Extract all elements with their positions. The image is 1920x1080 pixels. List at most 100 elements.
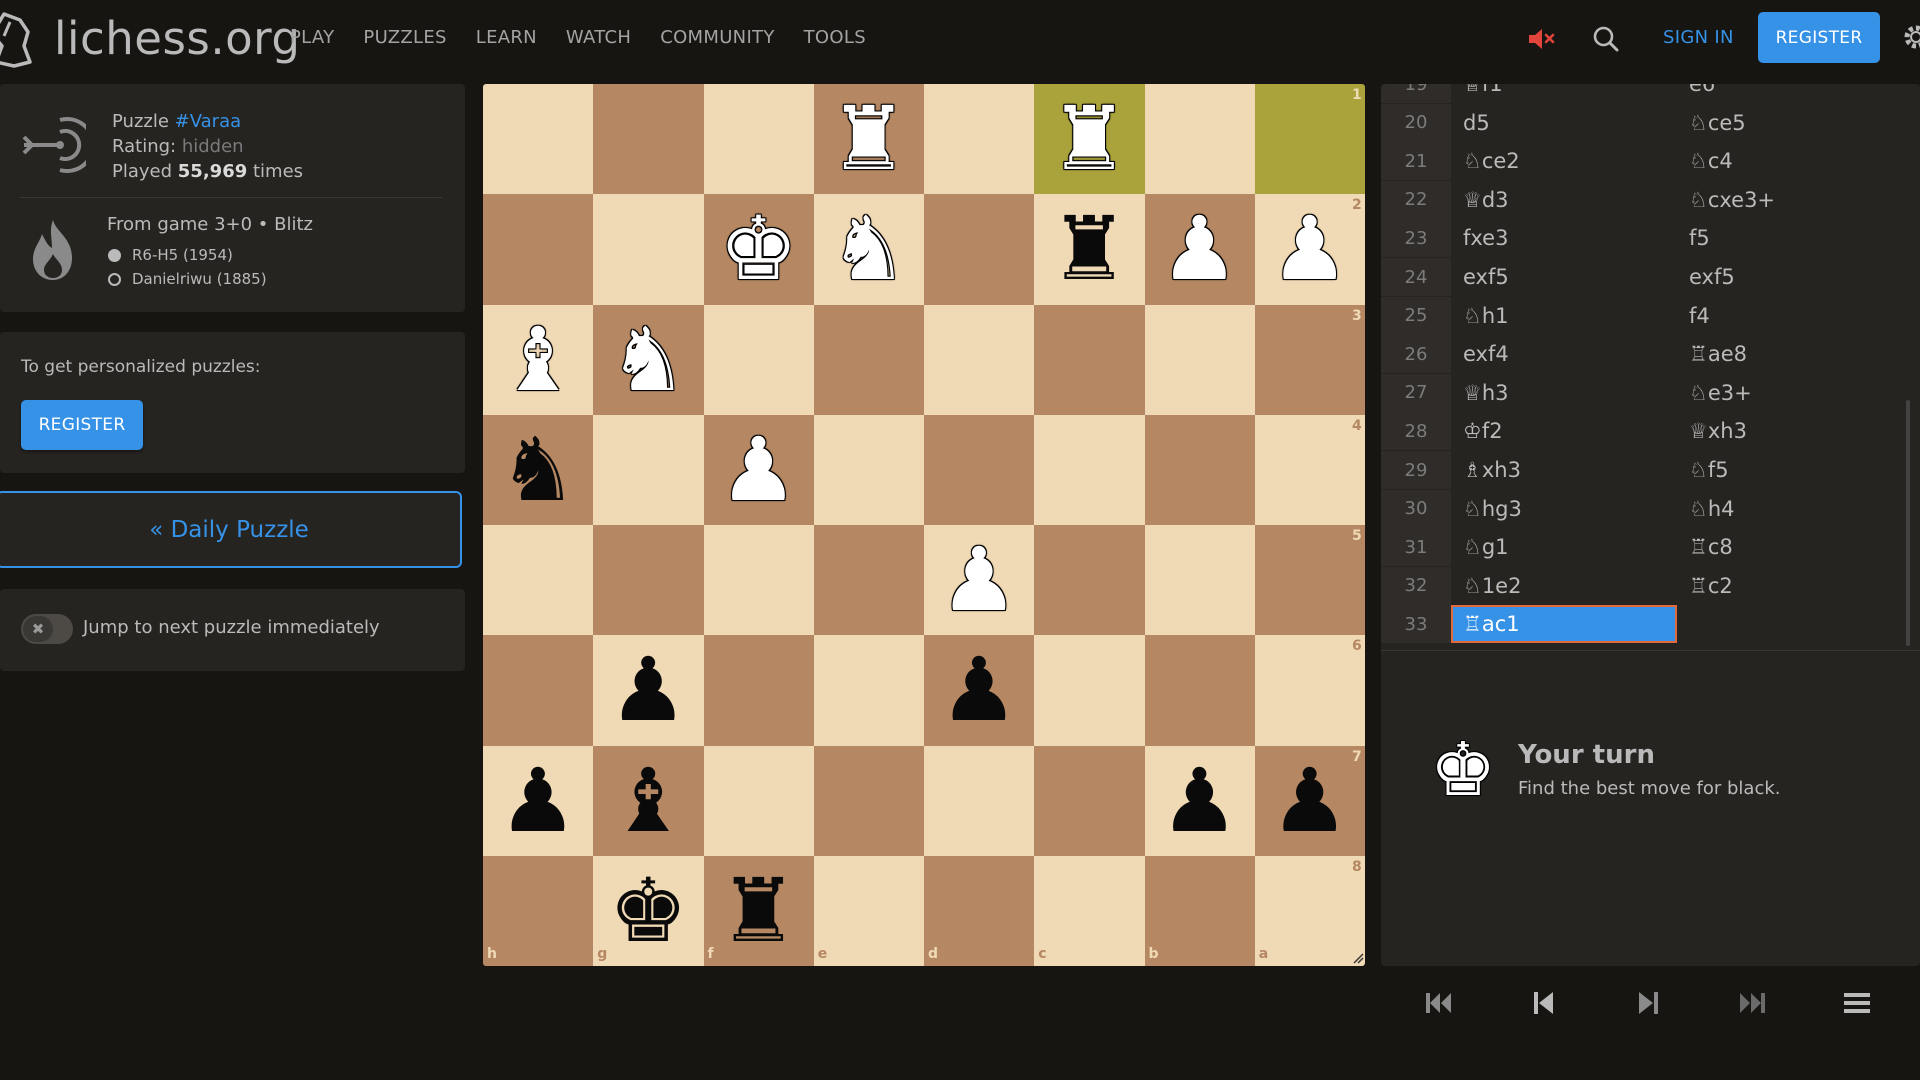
sound-muted-icon[interactable] [1526,24,1556,54]
white-move[interactable]: ♘ce2 [1451,142,1677,180]
piece-h4[interactable]: ♞ [483,415,593,525]
piece-a7[interactable]: ♟ [1255,746,1365,856]
white-move[interactable]: ♕h3 [1451,374,1677,412]
black-player[interactable]: Danielriwu (1885) [108,270,267,288]
square-h1[interactable] [483,84,594,195]
register-button-header[interactable]: REGISTER [1758,12,1880,63]
black-move[interactable]: ♘cxe3+ [1677,181,1903,219]
black-move[interactable]: ♘e3+ [1677,374,1903,412]
black-move[interactable]: ♘f5 [1677,451,1903,489]
square-g2[interactable] [593,194,704,305]
piece-g8[interactable]: ♚ [593,856,703,966]
black-move[interactable]: ♘ce5 [1677,104,1903,142]
square-e8[interactable] [813,855,924,966]
white-move[interactable]: exf4 [1451,335,1677,373]
piece-e2[interactable]: ♞ [814,194,924,304]
square-d8[interactable] [924,855,1035,966]
black-move[interactable]: f4 [1677,297,1903,335]
search-icon[interactable] [1592,25,1620,53]
chess-board[interactable]: 1 2 3 4 5 6 7 h g f e d c b 8 a ♜ ♜ ♚ ♞ ♜ ♟ ♟ ♝ ♞ ♞ ♟ ♟ ♟ ♟ ♟ ♝ ♟ ♟ ♚ ♜ [483,84,1365,966]
piece-g6[interactable]: ♟ [593,635,703,745]
white-move[interactable]: d5 [1451,104,1677,142]
white-move[interactable]: ♘1e2 [1451,567,1677,605]
move-list[interactable]: 19 ♕f1 e6 20 d5 ♘ce5 21 ♘ce2 ♘c4 22 ♕d3 ♘cxe3+ 23 fxe… [1381,84,1915,650]
piece-f4[interactable]: ♟ [704,415,814,525]
piece-g3[interactable]: ♞ [593,305,703,415]
square-e6[interactable] [813,635,924,746]
square-d2[interactable] [924,194,1035,305]
square-b5[interactable] [1144,525,1255,636]
piece-h3[interactable]: ♝ [483,305,593,415]
square-c8[interactable] [1034,855,1145,966]
square-b4[interactable] [1144,414,1255,525]
square-h5[interactable] [483,525,594,636]
game-title[interactable]: From game 3+0 • Blitz [107,214,313,235]
piece-f8[interactable]: ♜ [704,856,814,966]
square-h6[interactable] [483,635,594,746]
white-player[interactable]: R6-H5 (1954) [108,246,233,264]
black-move[interactable]: exf5 [1677,258,1903,296]
square-h2[interactable] [483,194,594,305]
piece-c1[interactable]: ♜ [1034,84,1144,194]
black-move[interactable]: ♖c8 [1677,528,1903,566]
square-c3[interactable] [1034,304,1145,415]
black-move[interactable]: ♖c2 [1677,567,1903,605]
black-move[interactable]: e6 [1677,84,1903,103]
black-move[interactable]: ♕xh3 [1677,412,1903,450]
white-move[interactable]: ♖ac1 [1451,605,1677,644]
square-c5[interactable] [1034,525,1145,636]
square-d1[interactable] [924,84,1035,195]
square-g1[interactable] [593,84,704,195]
nav-community[interactable]: COMMUNITY [660,27,774,48]
square-d3[interactable] [924,304,1035,415]
first-move-button[interactable] [1409,982,1469,1024]
square-d7[interactable] [924,745,1035,856]
piece-g7[interactable]: ♝ [593,746,703,856]
square-h8[interactable] [483,855,594,966]
piece-a2[interactable]: ♟ [1255,194,1365,304]
nav-tools[interactable]: TOOLS [804,27,866,48]
square-a8[interactable] [1254,855,1365,966]
black-move[interactable]: ♘c4 [1677,142,1903,180]
piece-d5[interactable]: ♟ [924,525,1034,635]
square-e5[interactable] [813,525,924,636]
nav-watch[interactable]: WATCH [566,27,631,48]
black-move[interactable]: ♖ae8 [1677,335,1903,373]
square-e4[interactable] [813,414,924,525]
white-move[interactable]: ♕f1 [1451,84,1677,103]
board-resize-handle-icon[interactable] [1353,953,1364,964]
square-e7[interactable] [813,745,924,856]
square-a6[interactable] [1254,635,1365,746]
white-move[interactable]: ♘hg3 [1451,490,1677,528]
square-a4[interactable] [1254,414,1365,525]
square-c7[interactable] [1034,745,1145,856]
piece-b7[interactable]: ♟ [1145,746,1255,856]
piece-c2[interactable]: ♜ [1034,194,1144,304]
sign-in-link[interactable]: SIGN IN [1663,27,1734,48]
square-c6[interactable] [1034,635,1145,746]
white-move[interactable]: ♘g1 [1451,528,1677,566]
square-f5[interactable] [703,525,814,636]
white-move[interactable]: fxe3 [1451,219,1677,257]
square-b6[interactable] [1144,635,1255,746]
square-e3[interactable] [813,304,924,415]
menu-button[interactable] [1827,982,1887,1024]
nav-play[interactable]: PLAY [290,27,334,48]
black-move[interactable] [1677,605,1903,643]
nav-puzzles[interactable]: PUZZLES [363,27,446,48]
white-move[interactable]: ♕d3 [1451,181,1677,219]
piece-d6[interactable]: ♟ [924,635,1034,745]
white-move[interactable]: ♔f2 [1451,412,1677,450]
square-g5[interactable] [593,525,704,636]
gear-icon[interactable] [1901,22,1920,52]
jump-toggle[interactable]: ✖ [21,614,73,644]
white-move[interactable]: ♘h1 [1451,297,1677,335]
square-g4[interactable] [593,414,704,525]
register-button[interactable]: REGISTER [21,400,143,450]
nav-learn[interactable]: LEARN [476,27,537,48]
square-d4[interactable] [924,414,1035,525]
square-b8[interactable] [1144,855,1255,966]
square-c4[interactable] [1034,414,1145,525]
daily-puzzle-button[interactable]: « Daily Puzzle [0,491,462,568]
square-f1[interactable] [703,84,814,195]
